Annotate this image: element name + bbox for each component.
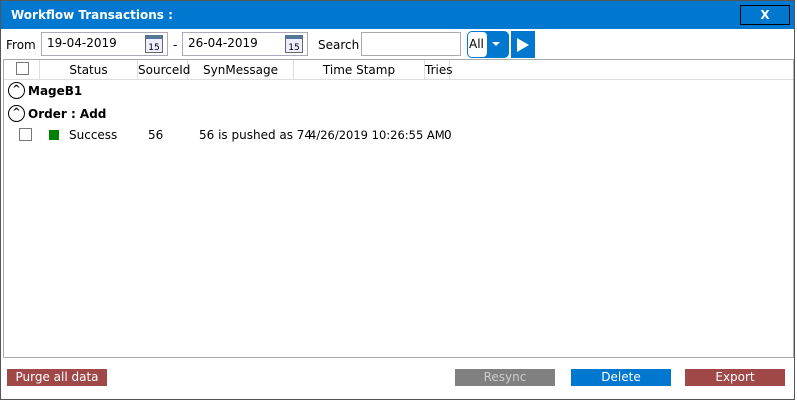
from-label: From: [6, 38, 36, 52]
chevron-down-icon[interactable]: [492, 42, 500, 46]
close-button[interactable]: X: [740, 5, 790, 25]
column-header-timestamp[interactable]: Time Stamp: [294, 60, 425, 80]
window-title: Workflow Transactions :: [11, 8, 173, 22]
filter-dropdown[interactable]: All: [467, 31, 509, 58]
sourceid-cell: 56: [148, 128, 164, 142]
group-header[interactable]: ^ MageB1: [8, 82, 82, 99]
workflow-transactions-window: Workflow Transactions : X From 19-04-201…: [0, 0, 795, 400]
from-date-picker[interactable]: 19-04-2019 15: [41, 32, 168, 56]
from-date-value[interactable]: 19-04-2019: [47, 36, 117, 50]
select-all-cell: [4, 60, 40, 80]
column-header-sourceid[interactable]: SourceId: [138, 60, 190, 80]
to-date-value[interactable]: 26-04-2019: [188, 36, 258, 50]
delete-button[interactable]: Delete: [571, 369, 671, 386]
resync-button[interactable]: Resync: [455, 369, 555, 386]
purge-all-data-button[interactable]: Purge all data: [7, 369, 107, 386]
select-all-checkbox[interactable]: [16, 62, 29, 75]
to-date-picker[interactable]: 26-04-2019 15: [182, 32, 308, 56]
status-cell: Success: [69, 128, 118, 142]
calendar-icon[interactable]: 15: [285, 35, 303, 53]
play-button[interactable]: [511, 31, 535, 58]
group-name: MageB1: [28, 83, 83, 98]
timestamp-cell: 4/26/2019 10:26:55 AM: [309, 128, 445, 142]
search-label: Search: [318, 38, 360, 52]
tries-cell: 0: [444, 128, 452, 142]
column-header-tries[interactable]: Tries: [425, 60, 452, 80]
group-header[interactable]: ^ Order : Add: [8, 105, 106, 122]
filter-value[interactable]: All: [468, 32, 487, 57]
column-header-status[interactable]: Status: [40, 60, 138, 80]
grid-header: Status SourceId SynMessage Time Stamp Tr…: [4, 60, 793, 80]
chevron-up-icon[interactable]: ^: [8, 82, 25, 99]
status-indicator-icon: [49, 130, 59, 140]
transactions-grid: Status SourceId SynMessage Time Stamp Tr…: [3, 59, 794, 358]
title-bar: Workflow Transactions : X: [1, 1, 794, 29]
search-input[interactable]: [361, 32, 461, 56]
row-checkbox[interactable]: [19, 128, 32, 141]
calendar-icon[interactable]: 15: [145, 35, 163, 53]
column-header-synmessage[interactable]: SynMessage: [188, 60, 294, 80]
chevron-up-icon[interactable]: ^: [8, 105, 25, 122]
date-separator: -: [173, 38, 178, 52]
export-button[interactable]: Export: [685, 369, 785, 386]
group-name: Order : Add: [28, 106, 107, 121]
message-cell: 56 is pushed as 74: [199, 128, 313, 142]
